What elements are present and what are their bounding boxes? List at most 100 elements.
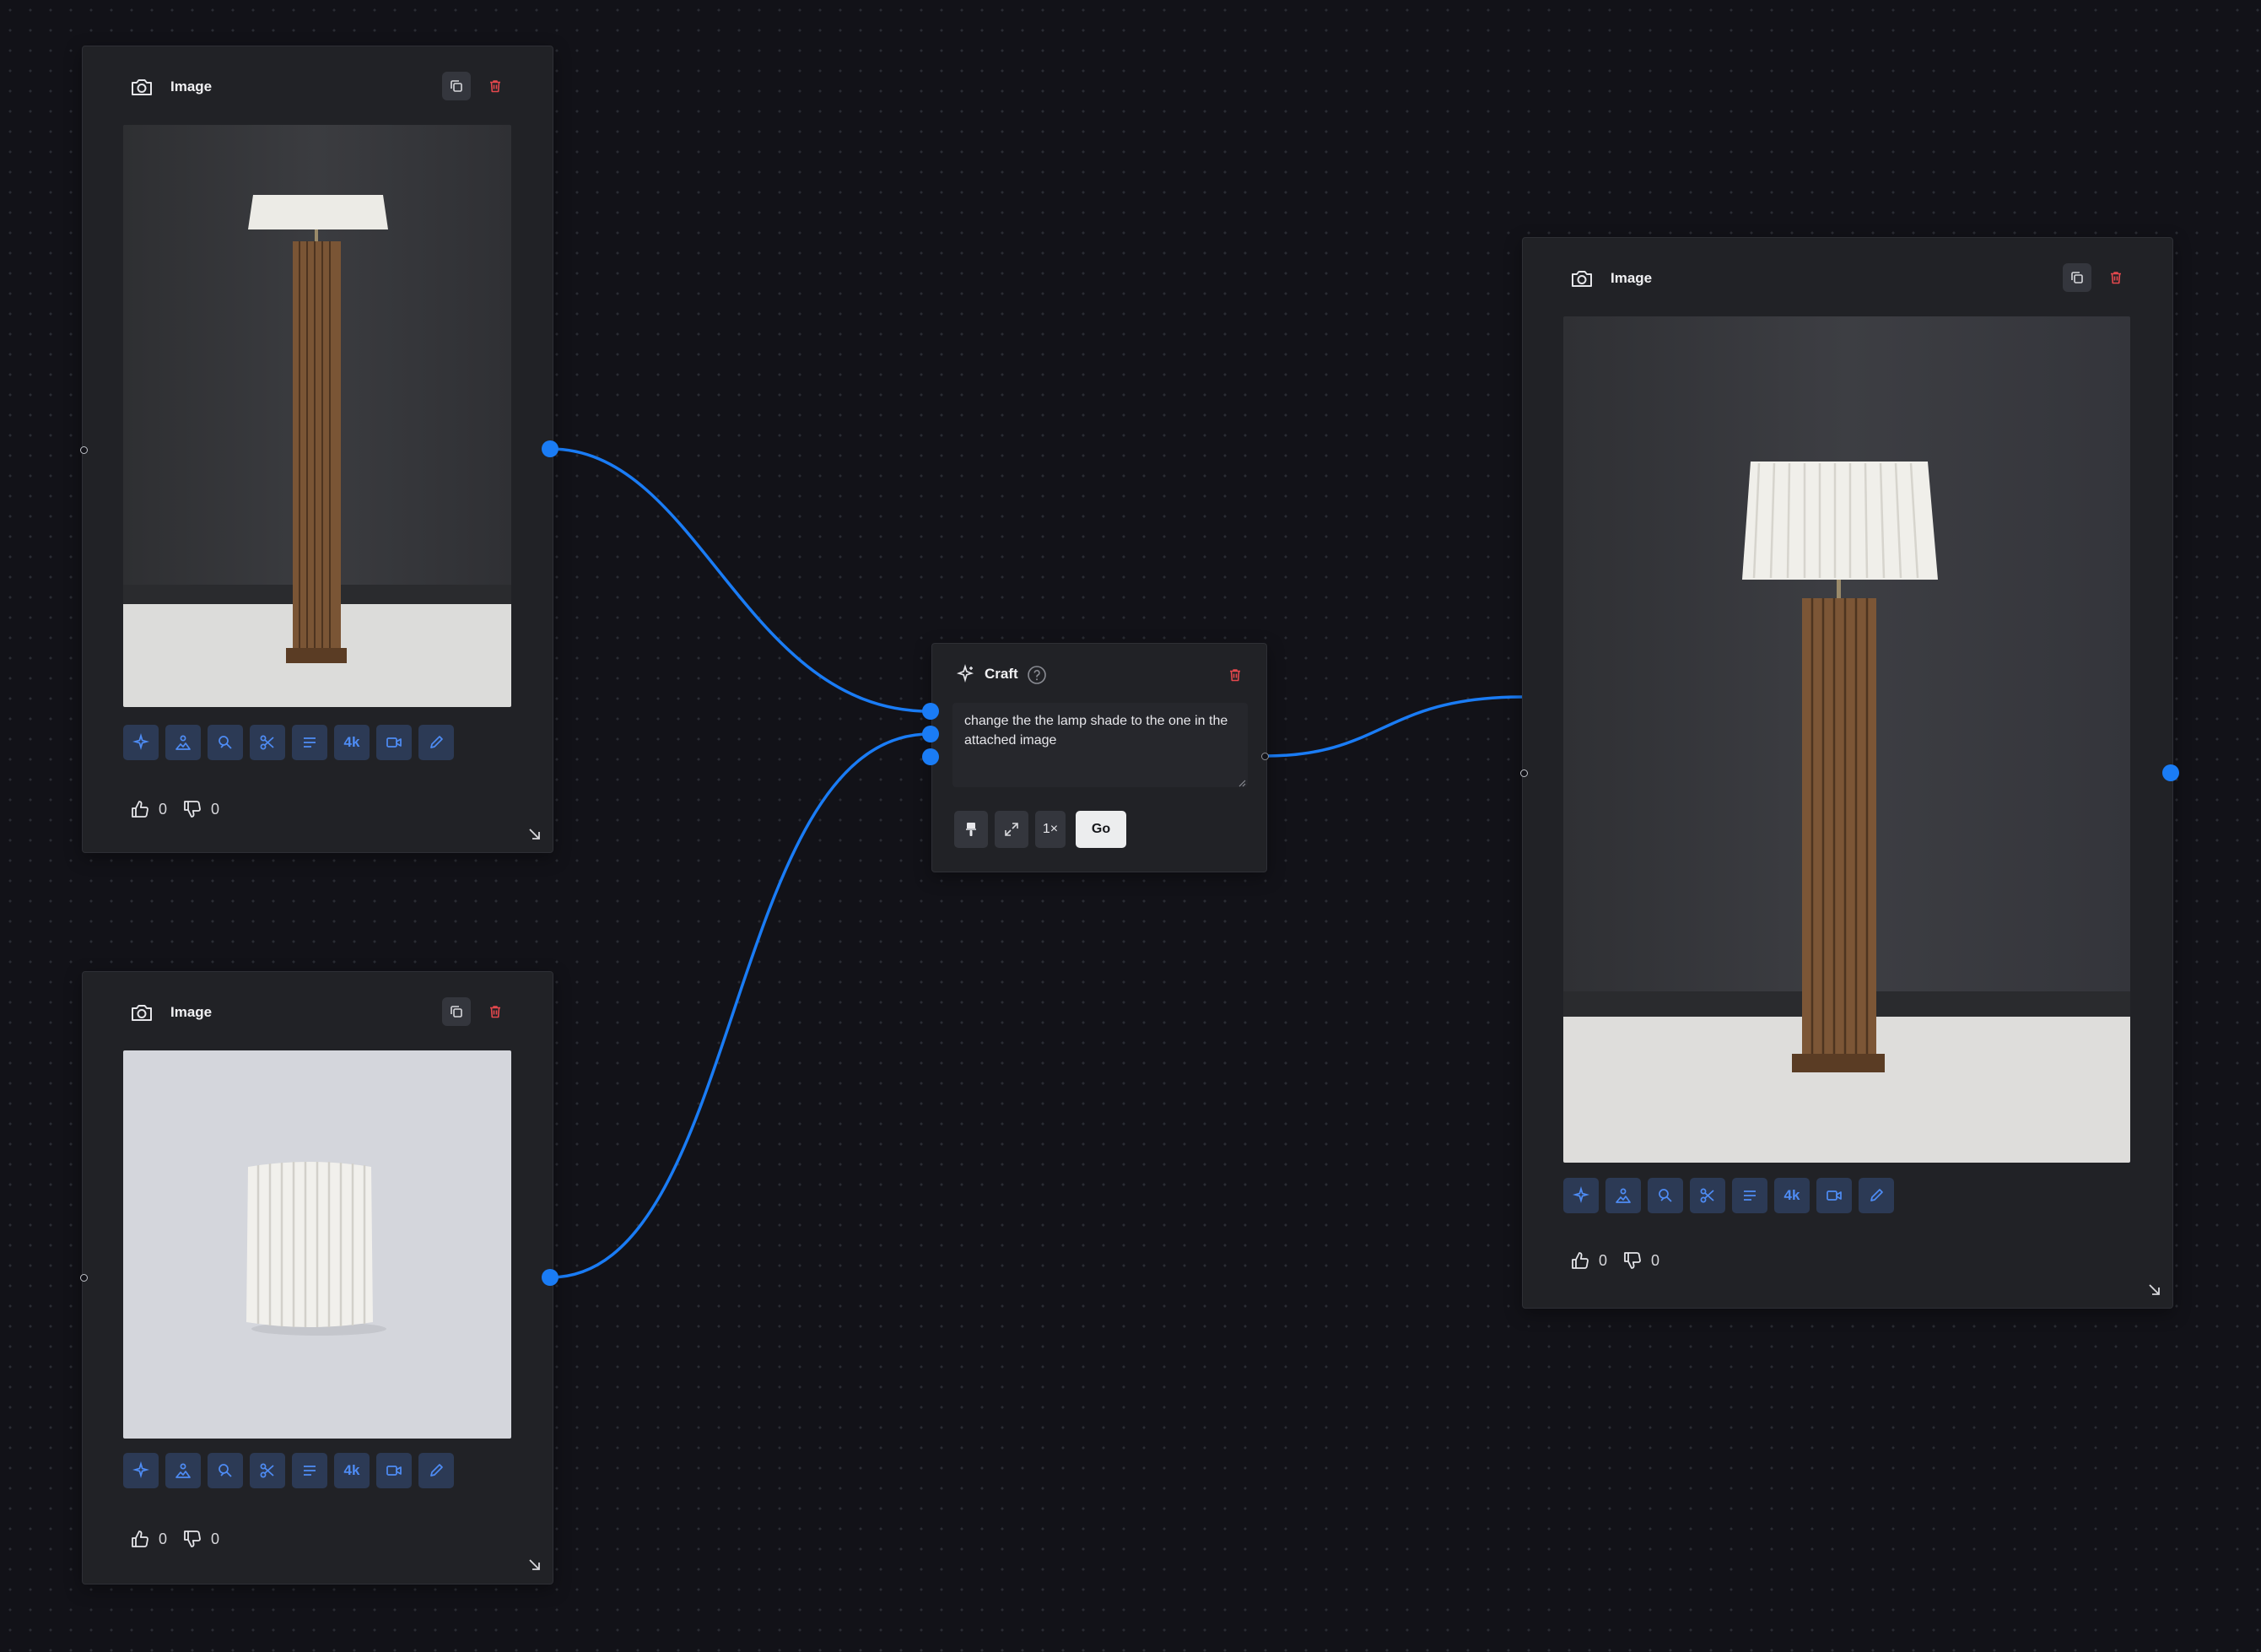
trash-icon (490, 1006, 500, 1018)
upscale-4k-button[interactable]: 4k (1774, 1178, 1810, 1213)
node-header[interactable]: Image (83, 972, 553, 1053)
node-title: Image (170, 78, 213, 94)
delete-button[interactable] (2102, 263, 2130, 292)
dislike-count: 0 (211, 800, 220, 818)
thumbs-up-icon[interactable] (1570, 1250, 1590, 1271)
thumbs-up-icon[interactable] (130, 1529, 150, 1549)
text-button[interactable] (1732, 1178, 1767, 1213)
lamp-photo-image (123, 125, 511, 707)
go-button[interactable]: Go (1076, 811, 1126, 848)
image-node-top[interactable]: Image 4k 0 0 (82, 46, 553, 853)
lamp-photo[interactable] (123, 125, 511, 707)
draw-button[interactable] (1859, 1178, 1894, 1213)
delete-button[interactable] (1221, 661, 1249, 689)
dislike-count: 0 (1651, 1251, 1660, 1269)
node-title: Image (170, 1004, 213, 1020)
image-node-output[interactable]: Image 4k 0 0 (1522, 237, 2173, 1309)
upscale-4k-button[interactable]: 4k (334, 1453, 370, 1488)
lampshade-photo-image (123, 1050, 511, 1439)
output-port-output-image[interactable] (2162, 764, 2179, 781)
recolor-icon (219, 736, 232, 749)
thumbs-up-icon[interactable] (130, 799, 150, 819)
draw-button[interactable] (418, 1453, 454, 1488)
copy-icon (451, 80, 462, 92)
input-port-top-image[interactable] (80, 446, 88, 454)
node-title: Image (1611, 270, 1653, 286)
recolor-button[interactable] (208, 1453, 243, 1488)
image-person-icon (1616, 1188, 1631, 1203)
draw-button[interactable] (418, 725, 454, 760)
video-button[interactable] (376, 1453, 412, 1488)
like-count: 0 (159, 1530, 168, 1547)
recolor-button[interactable] (208, 725, 243, 760)
camera-icon (132, 79, 152, 95)
craft-input-port-1[interactable] (922, 703, 939, 720)
duplicate-button[interactable] (442, 72, 471, 100)
video-icon (386, 1466, 402, 1476)
generated-lamp-photo[interactable] (1563, 316, 2130, 1163)
feedback-row: 0 0 (130, 1529, 235, 1549)
delete-button[interactable] (481, 72, 510, 100)
camera-icon (1572, 271, 1592, 287)
output-port-top-image[interactable] (542, 440, 559, 457)
craft-input-port-2[interactable] (922, 726, 939, 742)
text-button[interactable] (292, 1453, 327, 1488)
resize-handle-icon[interactable] (527, 827, 542, 842)
enhance-button[interactable] (123, 1453, 159, 1488)
generated-lamp-photo-image (1563, 316, 2130, 1163)
pencil-icon (1870, 1189, 1883, 1201)
video-button[interactable] (1816, 1178, 1852, 1213)
cut-button[interactable] (1690, 1178, 1725, 1213)
upscale-4k-button[interactable]: 4k (334, 725, 370, 760)
craft-output-port[interactable] (1261, 753, 1269, 760)
delete-button[interactable] (481, 997, 510, 1026)
expand-button[interactable] (995, 811, 1028, 848)
resize-handle-icon[interactable] (2147, 1282, 2162, 1298)
output-port-bottom-image[interactable] (542, 1269, 559, 1286)
cut-button[interactable] (250, 725, 285, 760)
image-toolbar: 4k (123, 1453, 454, 1488)
thumbs-down-icon[interactable] (182, 1529, 202, 1549)
edit-person-button[interactable] (165, 725, 201, 760)
brush-tool-button[interactable] (954, 811, 988, 848)
image-toolbar: 4k (1563, 1178, 1894, 1213)
craft-input-port-3[interactable] (922, 748, 939, 765)
thumbs-down-icon[interactable] (182, 799, 202, 819)
cut-button[interactable] (250, 1453, 285, 1488)
edit-person-button[interactable] (165, 1453, 201, 1488)
paintbrush-icon (966, 823, 976, 836)
duplicate-button[interactable] (442, 997, 471, 1026)
sparkle-icon (956, 664, 974, 683)
enhance-button[interactable] (1563, 1178, 1599, 1213)
image-person-icon (175, 735, 191, 750)
prompt-textarea[interactable]: change the the lamp shade to the one in … (952, 703, 1248, 787)
help-icon[interactable] (1027, 665, 1047, 685)
textarea-resize-icon[interactable] (1238, 779, 1246, 787)
image-node-bottom[interactable]: Image 4k 0 0 (82, 971, 553, 1585)
feedback-row: 0 0 (1570, 1250, 1675, 1271)
trash-icon (490, 80, 500, 93)
like-count: 0 (1599, 1251, 1608, 1269)
lampshade-photo[interactable] (123, 1050, 511, 1439)
node-header[interactable]: Image (83, 46, 553, 127)
text-button[interactable] (292, 725, 327, 760)
recolor-icon (219, 1464, 232, 1477)
copy-icon (451, 1006, 462, 1018)
image-toolbar: 4k (123, 725, 454, 760)
input-port-bottom-image[interactable] (80, 1274, 88, 1282)
count-multiplier-button[interactable]: 1× (1035, 811, 1066, 848)
duplicate-button[interactable] (2063, 263, 2091, 292)
craft-node[interactable]: Craft change the the lamp shade to the o… (931, 643, 1267, 872)
thumbs-down-icon[interactable] (1622, 1250, 1643, 1271)
scissors-icon (260, 735, 274, 750)
recolor-button[interactable] (1648, 1178, 1683, 1213)
edit-person-button[interactable] (1605, 1178, 1641, 1213)
resize-handle-icon[interactable] (527, 1558, 542, 1573)
text-lines-icon (304, 1466, 316, 1476)
node-header[interactable]: Image (1523, 238, 2172, 319)
video-button[interactable] (376, 725, 412, 760)
trash-icon (1230, 669, 1240, 682)
input-port-output-image[interactable] (1520, 769, 1528, 777)
text-lines-icon (1744, 1190, 1756, 1201)
enhance-button[interactable] (123, 725, 159, 760)
